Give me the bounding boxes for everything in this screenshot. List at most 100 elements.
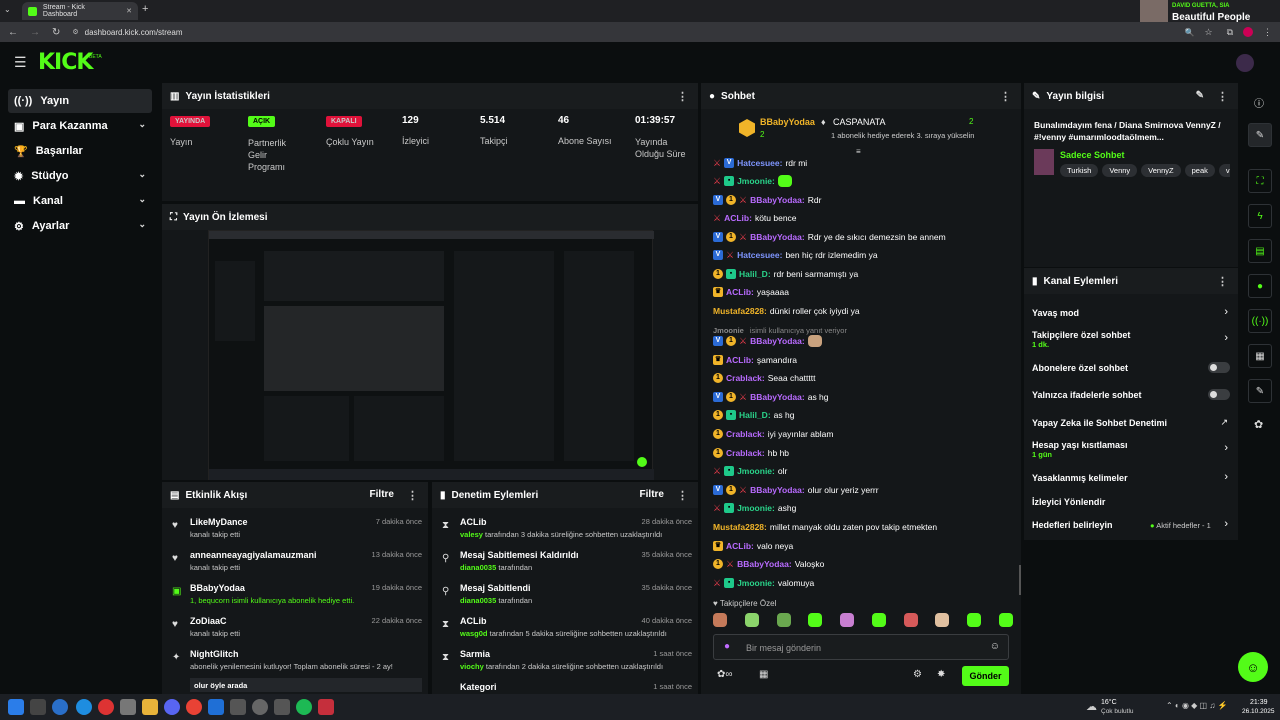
emote-icon[interactable] bbox=[744, 613, 759, 627]
chevron-right-icon[interactable]: › bbox=[1224, 306, 1228, 318]
tag[interactable]: Turkish bbox=[1060, 164, 1099, 177]
emote-icon[interactable] bbox=[776, 613, 791, 627]
sidebar-item-yayin[interactable]: ((·)) Yayın bbox=[8, 89, 152, 113]
setting-account-age[interactable]: Hesap yaşı kısıtlaması 1 gün bbox=[1032, 440, 1232, 459]
chevron-right-icon[interactable]: › bbox=[1224, 518, 1228, 530]
search-icon[interactable] bbox=[30, 699, 46, 715]
chat-settings-icon[interactable]: ⚙ bbox=[913, 669, 922, 680]
chat-message[interactable]: 1 ⚔ BBabyYodaa: Valoşko bbox=[713, 556, 1009, 572]
chat-username[interactable]: ACLib: bbox=[724, 213, 752, 223]
chat-username[interactable]: Crablack: bbox=[726, 448, 765, 458]
more-options-icon[interactable]: ⋮ bbox=[677, 489, 688, 502]
tag[interactable]: VennyZ bbox=[1141, 164, 1181, 177]
sidebar-item-para-kazanma[interactable]: ▣ Para Kazanma ⌄ bbox=[8, 114, 152, 138]
emote-icon[interactable] bbox=[808, 613, 823, 627]
chat-message[interactable]: ⚔ ▪ Jmoonie: olr bbox=[713, 463, 1009, 479]
chat-username[interactable]: Crablack: bbox=[726, 373, 765, 383]
tray-icons[interactable]: ⌃ ◐ ◉ ◆ ◫ ♫ ⚡ bbox=[1166, 701, 1228, 710]
chat-username[interactable]: BBabyYodaa: bbox=[750, 195, 805, 205]
more-options-icon[interactable]: ⋮ bbox=[1000, 90, 1011, 103]
chat-message[interactable]: V 1 ⚔ BBabyYodaa: Rdr bbox=[713, 192, 1009, 208]
chat-username[interactable]: BBabyYodaa: bbox=[750, 485, 805, 495]
setting-raid[interactable]: İzleyici Yönlendir bbox=[1032, 497, 1232, 507]
more-options-icon[interactable]: ⋮ bbox=[1217, 90, 1228, 103]
chat-message[interactable]: V 1 ⚔ BBabyYodaa: bbox=[713, 333, 1009, 349]
setting-followers-only[interactable]: Takipçilere özel sohbet 1 dk. bbox=[1032, 330, 1232, 349]
emoji-icon[interactable]: ☺ bbox=[990, 641, 1000, 652]
subs-only-toggle[interactable] bbox=[1208, 362, 1230, 373]
chat-input-box[interactable]: ● Bir mesaj gönderin ☺ bbox=[713, 634, 1009, 660]
stream-preview-video[interactable] bbox=[208, 230, 654, 480]
microphone-icon[interactable]: ● bbox=[724, 641, 730, 652]
info-icon[interactable]: ⓘ bbox=[1254, 95, 1264, 110]
chat-message[interactable]: ⚔ ACLib: kötu bence bbox=[713, 210, 1009, 226]
more-options-icon[interactable]: ⋮ bbox=[1217, 275, 1228, 288]
edit-icon[interactable]: ✎ bbox=[1196, 90, 1204, 101]
more-options-icon[interactable]: ⋮ bbox=[677, 90, 688, 103]
chat-username[interactable]: Jmoonie: bbox=[737, 578, 775, 588]
chat-username[interactable]: BBabyYodaa: bbox=[737, 559, 792, 569]
browser-tab[interactable]: Stream - Kick Dashboard ✕ bbox=[22, 2, 138, 20]
chat-message[interactable]: ⚔ ▪ Jmoonie: valomuya bbox=[713, 575, 1009, 591]
chevron-right-icon[interactable]: › bbox=[1224, 332, 1228, 344]
more-options-icon[interactable]: ⋮ bbox=[407, 489, 418, 502]
spotify-icon[interactable] bbox=[296, 699, 312, 715]
url-field[interactable]: dashboard.kick.com/stream bbox=[85, 28, 183, 37]
sidebar-item-ayarlar[interactable]: ⚙ Ayarlar ⌄ bbox=[8, 214, 152, 238]
hamburger-menu-icon[interactable]: ☰ bbox=[14, 54, 27, 71]
emote-icon[interactable] bbox=[967, 613, 982, 627]
scrollbar[interactable] bbox=[1019, 565, 1021, 595]
emote-icon[interactable] bbox=[871, 613, 886, 627]
emote-icon[interactable] bbox=[713, 613, 727, 627]
tag[interactable]: peak bbox=[1184, 164, 1215, 177]
support-chat-button[interactable]: ☺ bbox=[1238, 652, 1268, 682]
tag[interactable]: va bbox=[1218, 164, 1230, 177]
site-info-icon[interactable]: ⚙ bbox=[72, 28, 78, 36]
send-button[interactable]: Gönder bbox=[962, 666, 1009, 686]
tag[interactable]: Venny bbox=[1102, 164, 1138, 177]
chat-username[interactable]: Halil_D: bbox=[739, 410, 771, 420]
setting-ai-moderation[interactable]: Yapay Zeka ile Sohbet Denetimi bbox=[1032, 418, 1232, 428]
category-name[interactable]: Sadece Sohbet bbox=[1060, 150, 1125, 160]
steam-icon[interactable] bbox=[230, 699, 246, 715]
chat-message[interactable]: ♛ ACLib: yaşaaaa bbox=[713, 284, 1009, 300]
close-tab-icon[interactable]: ✕ bbox=[126, 7, 132, 15]
chat-message[interactable]: V 1 ⚔ BBabyYodaa: olur olur yeriz yerrr bbox=[713, 482, 1009, 498]
chat-message[interactable]: ⚔ V Hatcesuee: rdr mi bbox=[713, 155, 1009, 171]
emote-icon[interactable] bbox=[998, 613, 1013, 627]
kick-points-icon[interactable]: ✿∞ bbox=[717, 669, 733, 680]
chevron-right-icon[interactable]: › bbox=[1224, 471, 1228, 483]
emote-icon[interactable] bbox=[840, 613, 855, 627]
chat-message[interactable]: V 1 ⚔ BBabyYodaa: as hg bbox=[713, 389, 1009, 405]
chat-username[interactable]: BBabyYodaa: bbox=[750, 232, 805, 242]
emote-icon[interactable] bbox=[903, 613, 918, 627]
emotes-only-toggle[interactable] bbox=[1208, 389, 1230, 400]
file-explorer-icon[interactable] bbox=[142, 699, 158, 715]
edit-layout-button[interactable]: ✎ bbox=[1248, 123, 1272, 147]
windows-start-icon[interactable] bbox=[8, 699, 24, 715]
app-icon-2[interactable] bbox=[208, 699, 224, 715]
chat-username[interactable]: Mustafa2828: bbox=[713, 522, 767, 532]
obs-icon[interactable] bbox=[252, 699, 268, 715]
tab-list-icon[interactable]: ⌄ bbox=[4, 5, 11, 14]
reload-icon[interactable]: ↻ bbox=[52, 27, 60, 38]
shop-icon[interactable]: ▦ bbox=[759, 669, 768, 680]
grid-icon[interactable]: ▦ bbox=[1248, 344, 1272, 368]
quick-emote-icon[interactable]: ✸ bbox=[937, 669, 945, 680]
edge-icon[interactable] bbox=[76, 699, 92, 715]
chat-username[interactable]: Mustafa2828: bbox=[713, 306, 767, 316]
chat-username[interactable]: BBabyYodaa: bbox=[750, 336, 805, 346]
chat-message[interactable]: 1 ▪ Halil_D: rdr beni sarmamıştı ya bbox=[713, 266, 1009, 282]
discord-icon[interactable] bbox=[164, 699, 180, 715]
browser-menu-icon[interactable]: ⋮ bbox=[1263, 27, 1272, 38]
chat-message[interactable]: ⚔ ▪ Jmoonie: ashg bbox=[713, 500, 1009, 516]
sidebar-item-studyo[interactable]: ✹ Stüdyo ⌄ bbox=[8, 164, 152, 188]
filter-button[interactable]: Filtre bbox=[370, 489, 394, 500]
user-avatar[interactable] bbox=[1236, 54, 1254, 72]
chat-username[interactable]: Jmoonie: bbox=[737, 503, 775, 513]
wrench-icon[interactable]: ✎ bbox=[1248, 379, 1272, 403]
emote-icon[interactable] bbox=[935, 613, 950, 627]
external-link-icon[interactable]: ↗ bbox=[1220, 417, 1228, 428]
zoom-icon[interactable]: 🔍 bbox=[1185, 28, 1195, 37]
preview-toggle-button[interactable]: ⛶ bbox=[1248, 169, 1272, 193]
